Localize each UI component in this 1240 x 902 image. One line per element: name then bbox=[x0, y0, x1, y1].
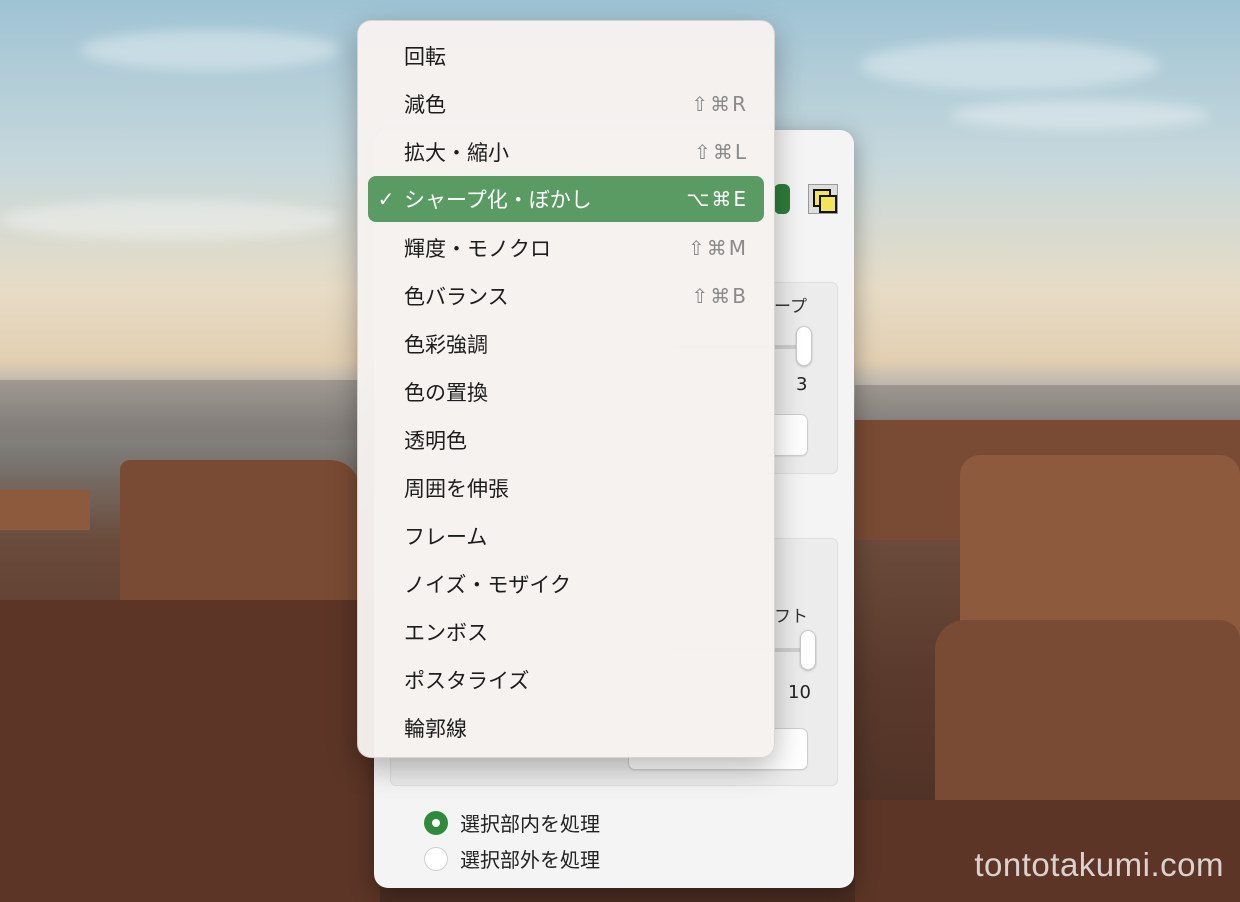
menu-item-sharpen-blur[interactable]: ✓ シャープ化・ぼかし ⌥⌘E bbox=[368, 176, 764, 222]
radio-label-outside: 選択部外を処理 bbox=[460, 848, 600, 872]
menu-item-label: シャープ化・ぼかし bbox=[404, 188, 592, 212]
menu-item-frame[interactable]: フレーム bbox=[368, 513, 764, 559]
menu-item-rotate[interactable]: 回転 bbox=[368, 33, 764, 79]
layers-icon[interactable] bbox=[808, 184, 838, 214]
menu-item-extend-border[interactable]: 周囲を伸張 bbox=[368, 465, 764, 511]
menu-item-shortcut: ⇧⌘R bbox=[691, 92, 748, 116]
menu-item-label: 周囲を伸張 bbox=[404, 477, 509, 501]
menu-item-brightness-mono[interactable]: 輝度・モノクロ ⇧⌘M bbox=[368, 225, 764, 271]
menu-item-color-balance[interactable]: 色バランス ⇧⌘B bbox=[368, 273, 764, 319]
menu-item-shortcut: ⇧⌘L bbox=[694, 140, 748, 164]
group1-label: ープ bbox=[774, 297, 807, 317]
menu-item-label: 色の置換 bbox=[404, 381, 488, 405]
radio-inside-selection[interactable]: 選択部内を処理 bbox=[424, 808, 600, 837]
menu-item-label: 輪郭線 bbox=[404, 717, 467, 741]
radio-outside-selection[interactable]: 選択部外を処理 bbox=[424, 844, 600, 873]
menu-item-reduce-colors[interactable]: 減色 ⇧⌘R bbox=[368, 81, 764, 127]
menu-item-label: 色彩強調 bbox=[404, 333, 488, 357]
watermark-text: tontotakumi.com bbox=[974, 846, 1224, 883]
radio-button-inside[interactable] bbox=[424, 810, 448, 835]
radio-label-inside: 選択部内を処理 bbox=[460, 812, 600, 836]
menu-item-shortcut: ⌥⌘E bbox=[686, 187, 748, 211]
menu-item-shortcut: ⇧⌘M bbox=[687, 236, 748, 260]
slider-knob-1[interactable] bbox=[796, 326, 812, 366]
menu-item-label: フレーム bbox=[404, 525, 488, 549]
menu-item-label: 回転 bbox=[404, 45, 446, 69]
menu-item-transparent-color[interactable]: 透明色 bbox=[368, 417, 764, 463]
menu-item-label: 減色 bbox=[404, 93, 446, 117]
slider-value-1: 3 bbox=[796, 374, 808, 395]
menu-item-color-replace[interactable]: 色の置換 bbox=[368, 369, 764, 415]
menu-item-label: ポスタライズ bbox=[404, 669, 530, 693]
menu-item-label: ノイズ・モザイク bbox=[404, 573, 571, 597]
menu-item-outline[interactable]: 輪郭線 bbox=[368, 705, 764, 751]
menu-item-label: 色バランス bbox=[404, 285, 509, 309]
group2-label: フト bbox=[774, 607, 808, 627]
slider-value-2: 10 bbox=[788, 682, 811, 703]
checkmark-icon: ✓ bbox=[377, 187, 395, 211]
menu-item-color-enhance[interactable]: 色彩強調 bbox=[368, 321, 764, 367]
menu-item-label: 拡大・縮小 bbox=[404, 141, 509, 165]
menu-item-label: 透明色 bbox=[404, 429, 467, 453]
menu-item-emboss[interactable]: エンボス bbox=[368, 609, 764, 655]
menu-item-posterize[interactable]: ポスタライズ bbox=[368, 657, 764, 703]
slider-knob-2[interactable] bbox=[800, 630, 816, 670]
menu-item-label: エンボス bbox=[404, 621, 488, 645]
menu-item-resize[interactable]: 拡大・縮小 ⇧⌘L bbox=[368, 129, 764, 175]
tool-icon-green[interactable] bbox=[774, 184, 790, 214]
menu-item-noise-mosaic[interactable]: ノイズ・モザイク bbox=[368, 561, 764, 607]
menu-item-label: 輝度・モノクロ bbox=[404, 237, 551, 261]
menu-item-shortcut: ⇧⌘B bbox=[691, 284, 748, 308]
radio-button-outside[interactable] bbox=[424, 846, 448, 871]
filter-dropdown-menu: 回転 減色 ⇧⌘R 拡大・縮小 ⇧⌘L ✓ シャープ化・ぼかし ⌥⌘E 輝度・モ… bbox=[357, 20, 775, 758]
